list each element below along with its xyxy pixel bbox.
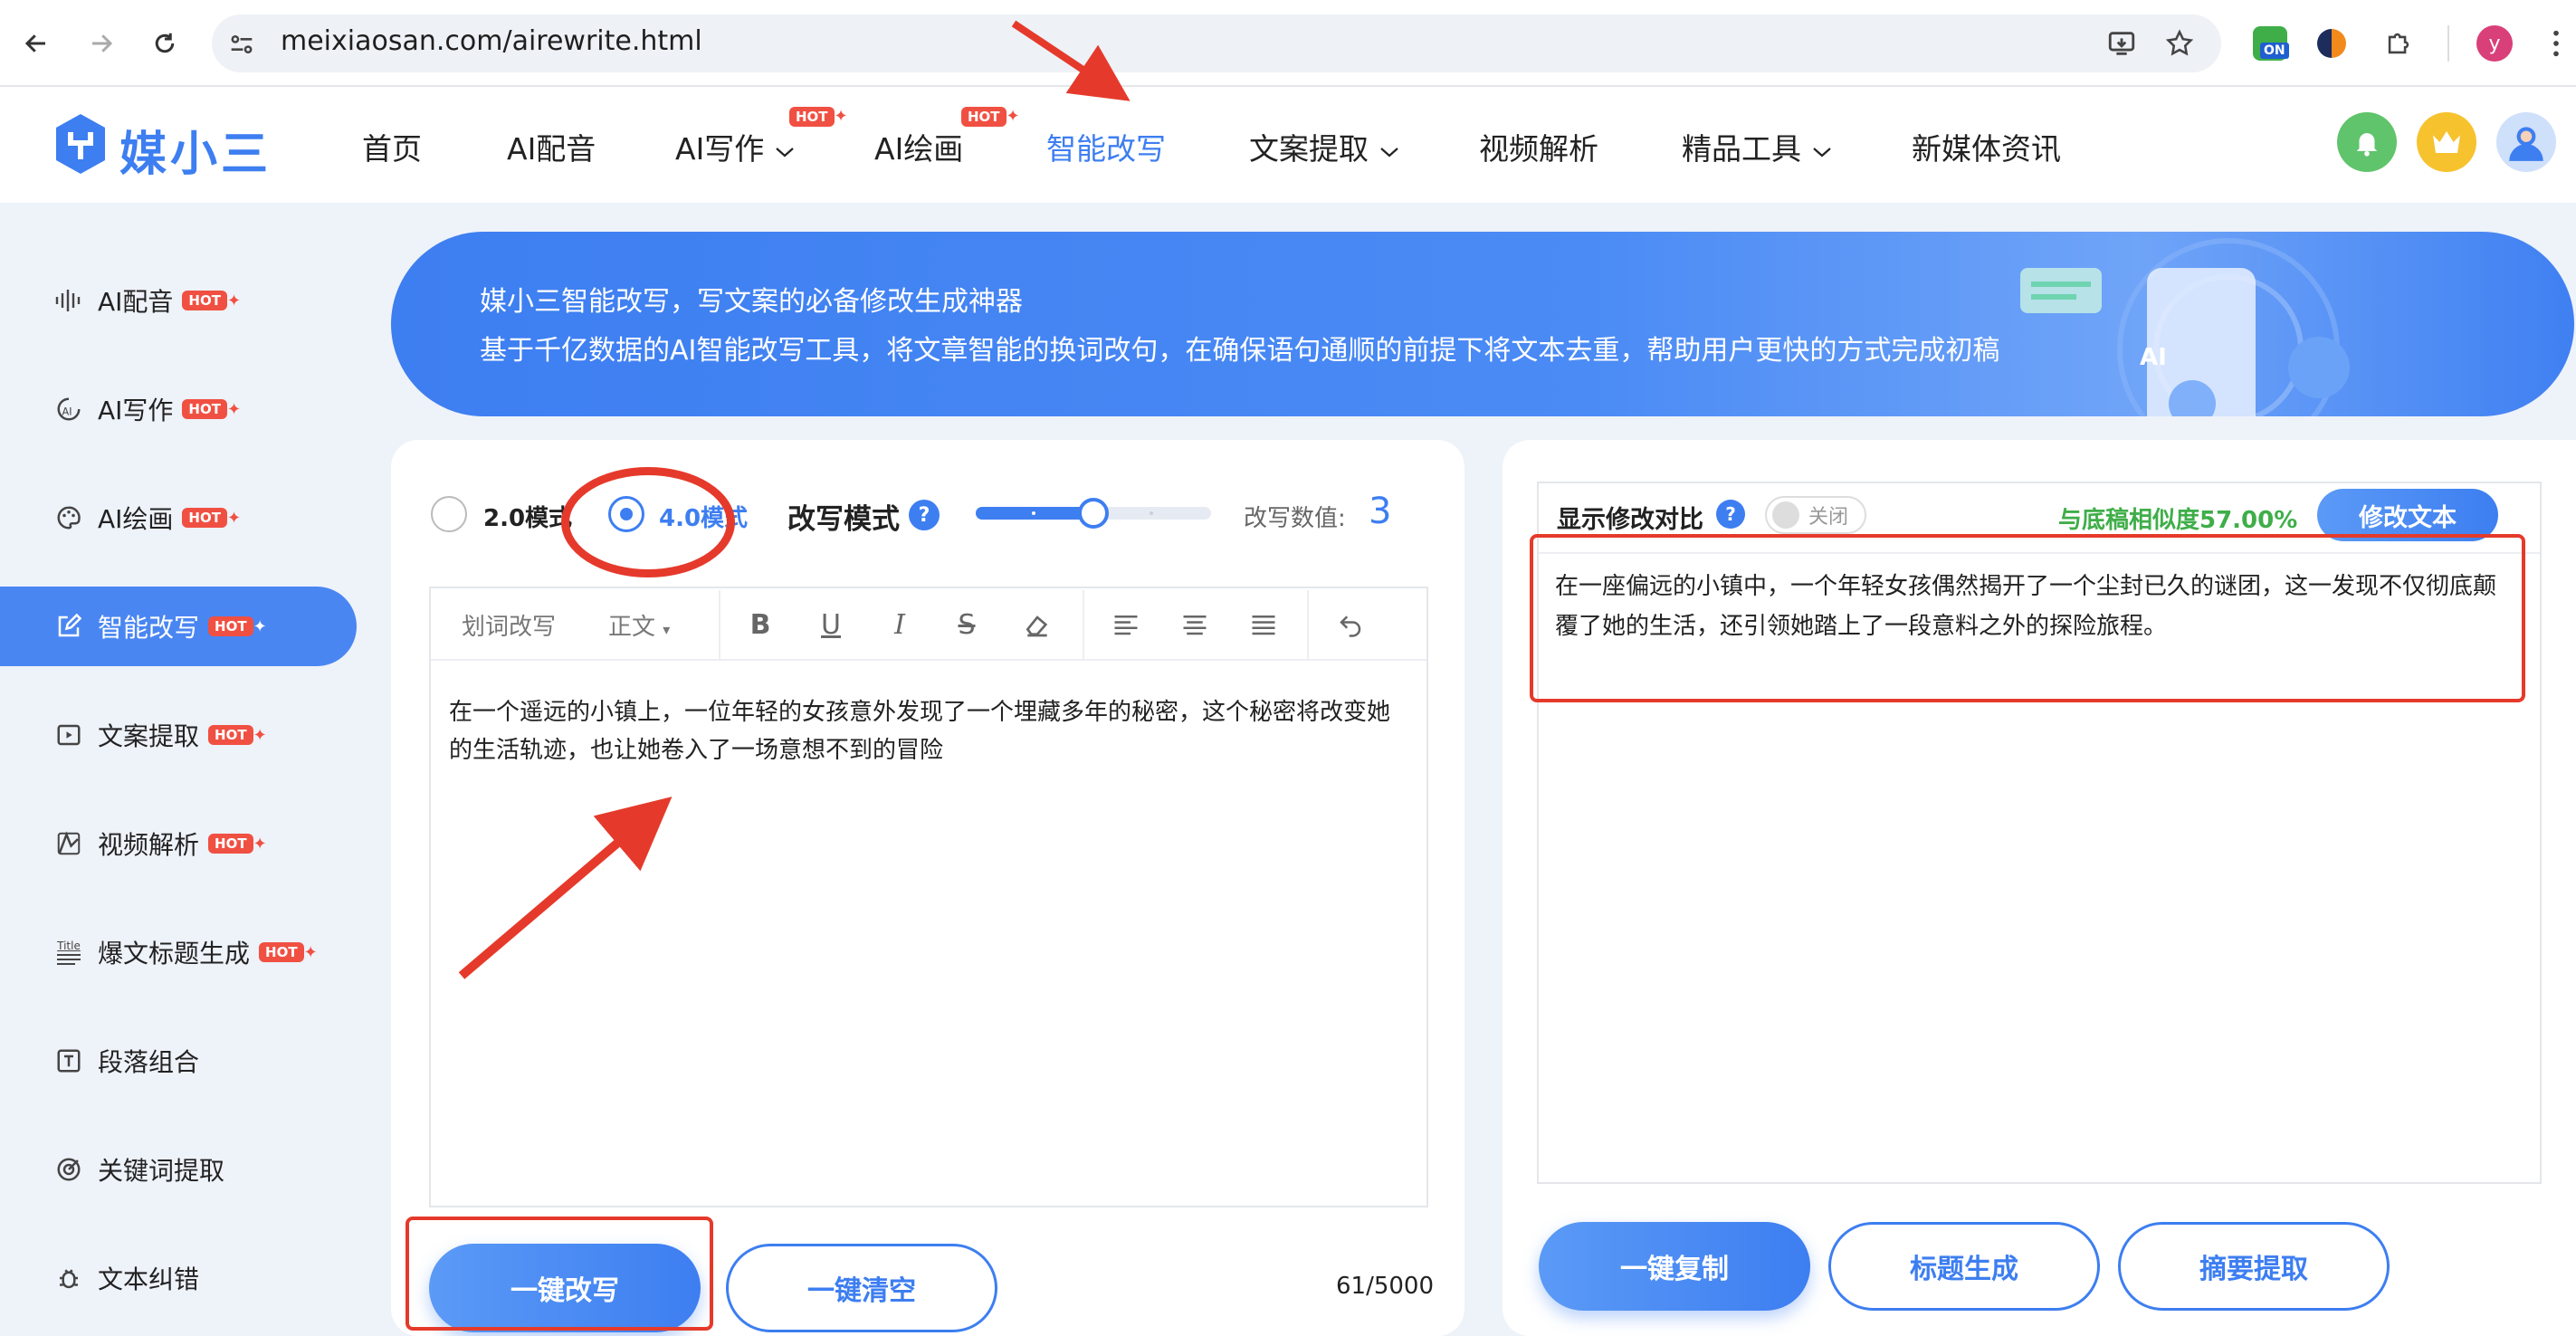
annotation-arrow-editor <box>458 797 673 979</box>
annotation-arrows <box>458 20 1131 979</box>
annotation-arrow-nav <box>1011 20 1131 101</box>
